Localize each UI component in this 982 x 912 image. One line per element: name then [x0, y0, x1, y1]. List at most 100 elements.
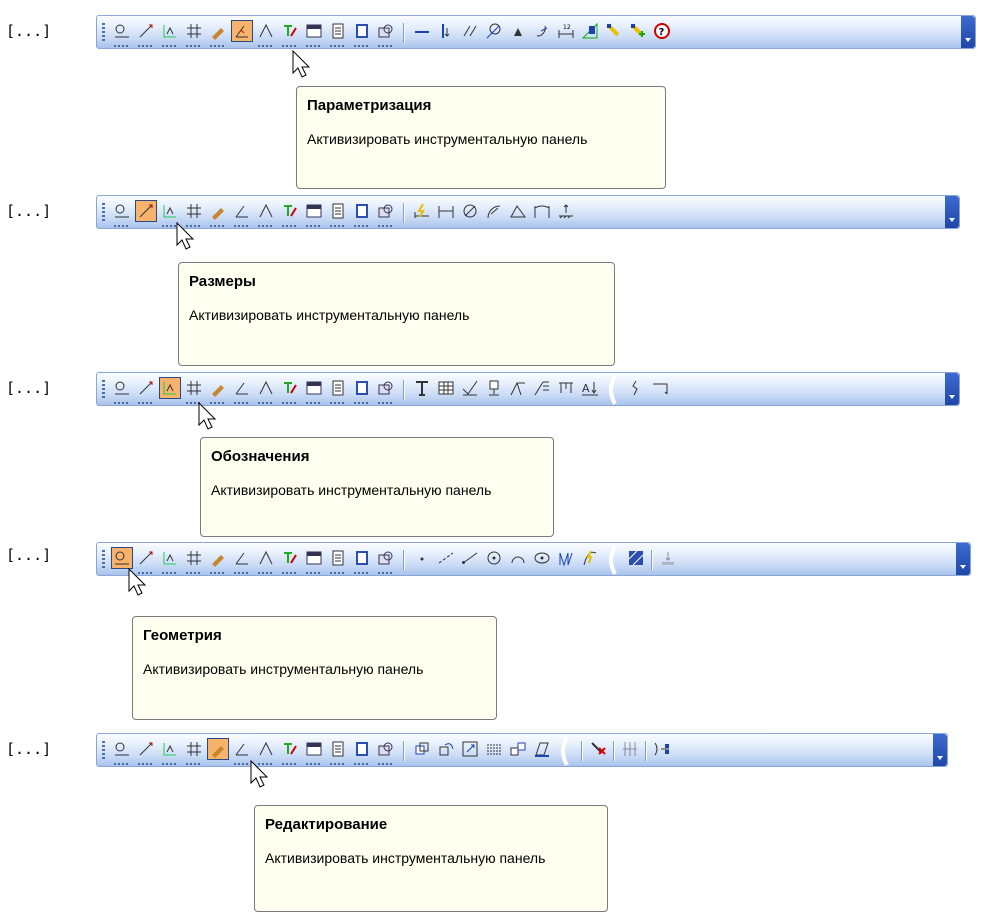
editing-panel-button[interactable] — [207, 547, 229, 574]
toolbar-options-chevron[interactable] — [933, 734, 947, 766]
parametrization-panel-button[interactable] — [231, 200, 253, 227]
editing-panel-button[interactable] — [207, 377, 229, 404]
add-constraint-button[interactable] — [627, 20, 649, 42]
toolbar-grip[interactable] — [102, 550, 105, 570]
fix-dimension-button[interactable] — [531, 20, 553, 42]
select-panel-button[interactable] — [279, 377, 301, 404]
height-dimension-button[interactable] — [555, 200, 577, 222]
views-panel-button[interactable] — [303, 200, 325, 227]
designations-panel-button[interactable] — [159, 738, 181, 765]
spec-panel-button[interactable] — [327, 738, 349, 765]
grid-panel-button[interactable] — [183, 20, 205, 47]
shift-button[interactable] — [411, 738, 433, 760]
grid-panel-button[interactable] — [183, 200, 205, 227]
view-arrow-button[interactable]: A — [579, 377, 601, 399]
toolbar-options-chevron[interactable] — [945, 196, 959, 228]
grid-panel-button[interactable] — [183, 547, 205, 574]
auto-dimension-button[interactable] — [411, 200, 433, 222]
measure-panel-button[interactable] — [255, 377, 277, 404]
break-line-button[interactable] — [625, 377, 647, 399]
spec-panel-button[interactable] — [327, 547, 349, 574]
designations-panel-button[interactable] — [159, 200, 181, 227]
cut-line-button[interactable] — [649, 377, 671, 399]
reports-panel-button[interactable] — [351, 200, 373, 227]
reports-panel-button[interactable] — [351, 547, 373, 574]
text-button[interactable] — [411, 377, 433, 399]
position-leader-button[interactable] — [531, 377, 553, 399]
designations-panel-button[interactable] — [159, 20, 181, 47]
fix-point-button[interactable] — [507, 20, 529, 42]
mirror-button[interactable] — [483, 738, 505, 760]
geometry-panel-button[interactable] — [111, 20, 133, 47]
grid-panel-button[interactable] — [183, 377, 205, 404]
geometry-panel-button[interactable] — [111, 547, 133, 569]
views-panel-button[interactable] — [303, 20, 325, 47]
views-panel-button[interactable] — [303, 547, 325, 574]
dimensions-panel-button[interactable] — [135, 547, 157, 574]
tangent-constraint-button[interactable] — [483, 20, 505, 42]
parallel-constraint-button[interactable] — [459, 20, 481, 42]
geometry-panel-button[interactable] — [111, 738, 133, 765]
show-constraints-button[interactable] — [579, 20, 601, 42]
reports-panel-button[interactable] — [351, 20, 373, 47]
spec-panel-button[interactable] — [327, 200, 349, 227]
parametrization-panel-button[interactable] — [231, 738, 253, 765]
extend-button[interactable] — [651, 738, 673, 760]
designations-panel-button[interactable] — [159, 547, 181, 574]
toolbar-options-chevron[interactable] — [945, 373, 959, 405]
measure-panel-button[interactable] — [255, 738, 277, 765]
arc-dimension-button[interactable] — [531, 200, 553, 222]
views-panel-button[interactable] — [303, 377, 325, 404]
select-panel-button[interactable] — [279, 20, 301, 47]
geometry-panel-button[interactable] — [111, 200, 133, 227]
delete-part-button[interactable] — [587, 738, 609, 760]
radial-dimension-button[interactable] — [483, 200, 505, 222]
grid-panel-button[interactable] — [183, 738, 205, 765]
inserts-panel-button[interactable] — [375, 547, 397, 574]
roughness-button[interactable] — [459, 377, 481, 399]
ellipse-button[interactable] — [531, 547, 553, 569]
point-button[interactable] — [411, 547, 433, 569]
parametrization-panel-button[interactable] — [231, 20, 253, 42]
inserts-panel-button[interactable] — [375, 738, 397, 765]
select-panel-button[interactable] — [279, 738, 301, 765]
toolbar-grip[interactable] — [102, 23, 105, 43]
dimensions-panel-button[interactable] — [135, 20, 157, 47]
linear-dimension-button[interactable] — [435, 200, 457, 222]
arc-button[interactable] — [507, 547, 529, 569]
diameter-dimension-button[interactable] — [459, 200, 481, 222]
dimensions-panel-button[interactable] — [135, 200, 157, 222]
help-button[interactable]: ? — [651, 20, 673, 42]
segment-button[interactable] — [459, 547, 481, 569]
editing-panel-button[interactable] — [207, 20, 229, 47]
dimensions-panel-button[interactable] — [135, 738, 157, 765]
toolbar-options-chevron[interactable] — [961, 16, 975, 48]
dimensions-panel-button[interactable] — [135, 377, 157, 404]
delete-constraints-button[interactable] — [603, 20, 625, 42]
leader-line-button[interactable] — [507, 377, 529, 399]
table-button[interactable] — [435, 377, 457, 399]
measure-panel-button[interactable] — [255, 200, 277, 227]
measure-panel-button[interactable] — [255, 547, 277, 574]
copy-button[interactable] — [507, 738, 529, 760]
auxiliary-line-button[interactable] — [435, 547, 457, 569]
inserts-panel-button[interactable] — [375, 377, 397, 404]
fill-button[interactable] — [657, 547, 679, 569]
deform-button[interactable] — [531, 738, 553, 760]
parametrization-panel-button[interactable] — [231, 377, 253, 404]
toolbar-grip[interactable] — [102, 203, 105, 223]
views-panel-button[interactable] — [303, 738, 325, 765]
reports-panel-button[interactable] — [351, 377, 373, 404]
toolbar-grip[interactable] — [102, 741, 105, 761]
vertical-constraint-button[interactable] — [435, 20, 457, 42]
measure-panel-button[interactable] — [255, 20, 277, 47]
spec-panel-button[interactable] — [327, 377, 349, 404]
base-designation-button[interactable] — [483, 377, 505, 399]
scale-button[interactable] — [459, 738, 481, 760]
bezier-curve-button[interactable] — [579, 547, 601, 569]
rotate-button[interactable] — [435, 738, 457, 760]
angular-dimension-button[interactable] — [507, 200, 529, 222]
inserts-panel-button[interactable] — [375, 200, 397, 227]
horizontal-constraint-button[interactable] — [411, 20, 433, 42]
form-tolerance-button[interactable] — [555, 377, 577, 399]
